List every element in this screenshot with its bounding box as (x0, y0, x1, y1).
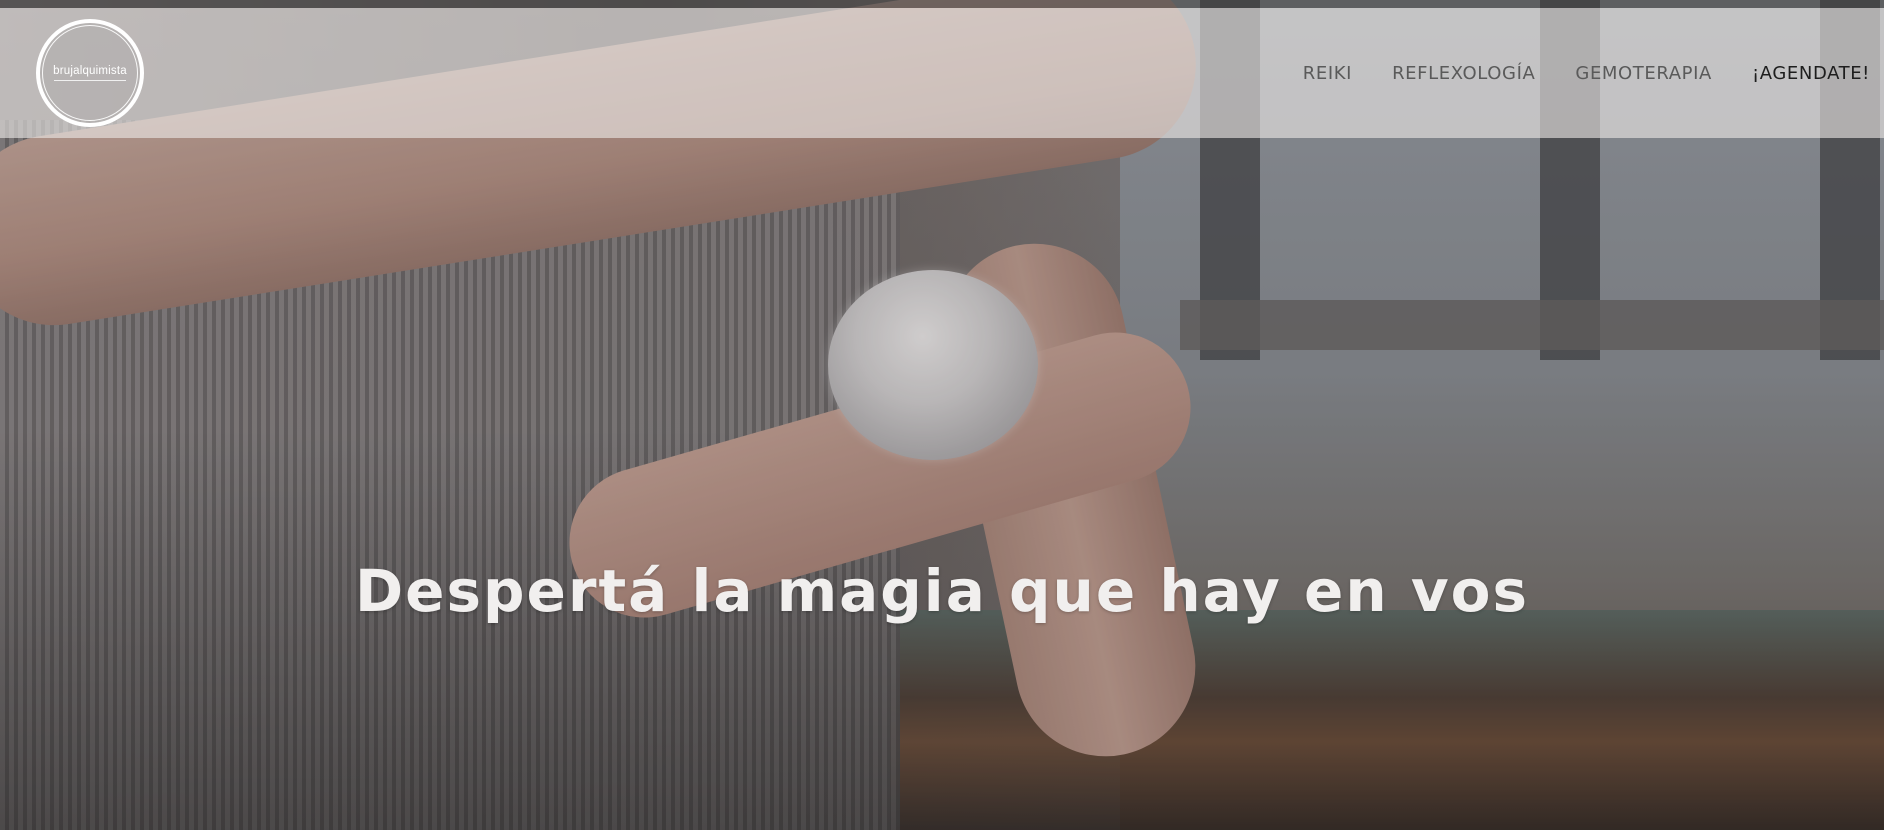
logo-text: brujalquimista (53, 65, 127, 77)
site-logo[interactable]: brujalquimista (36, 19, 144, 127)
top-strip (0, 0, 1884, 8)
logo-underline (54, 80, 126, 81)
hero-headline: Despertá la magia que hay en vos (354, 556, 1529, 625)
hero-section: brujalquimista REIKI REFLEXOLOGÍA GEMOTE… (0, 0, 1884, 830)
nav-item-reflexologia[interactable]: REFLEXOLOGÍA (1392, 63, 1535, 84)
nav-item-reiki[interactable]: REIKI (1303, 63, 1352, 84)
nav-item-agendate[interactable]: ¡AGENDATE! (1752, 63, 1870, 84)
main-nav: REIKI REFLEXOLOGÍA GEMOTERAPIA ¡AGENDATE… (1263, 63, 1870, 84)
nav-item-gemoterapia[interactable]: GEMOTERAPIA (1575, 63, 1712, 84)
circle-logo-icon: brujalquimista (42, 25, 138, 121)
site-header: brujalquimista REIKI REFLEXOLOGÍA GEMOTE… (0, 8, 1884, 138)
